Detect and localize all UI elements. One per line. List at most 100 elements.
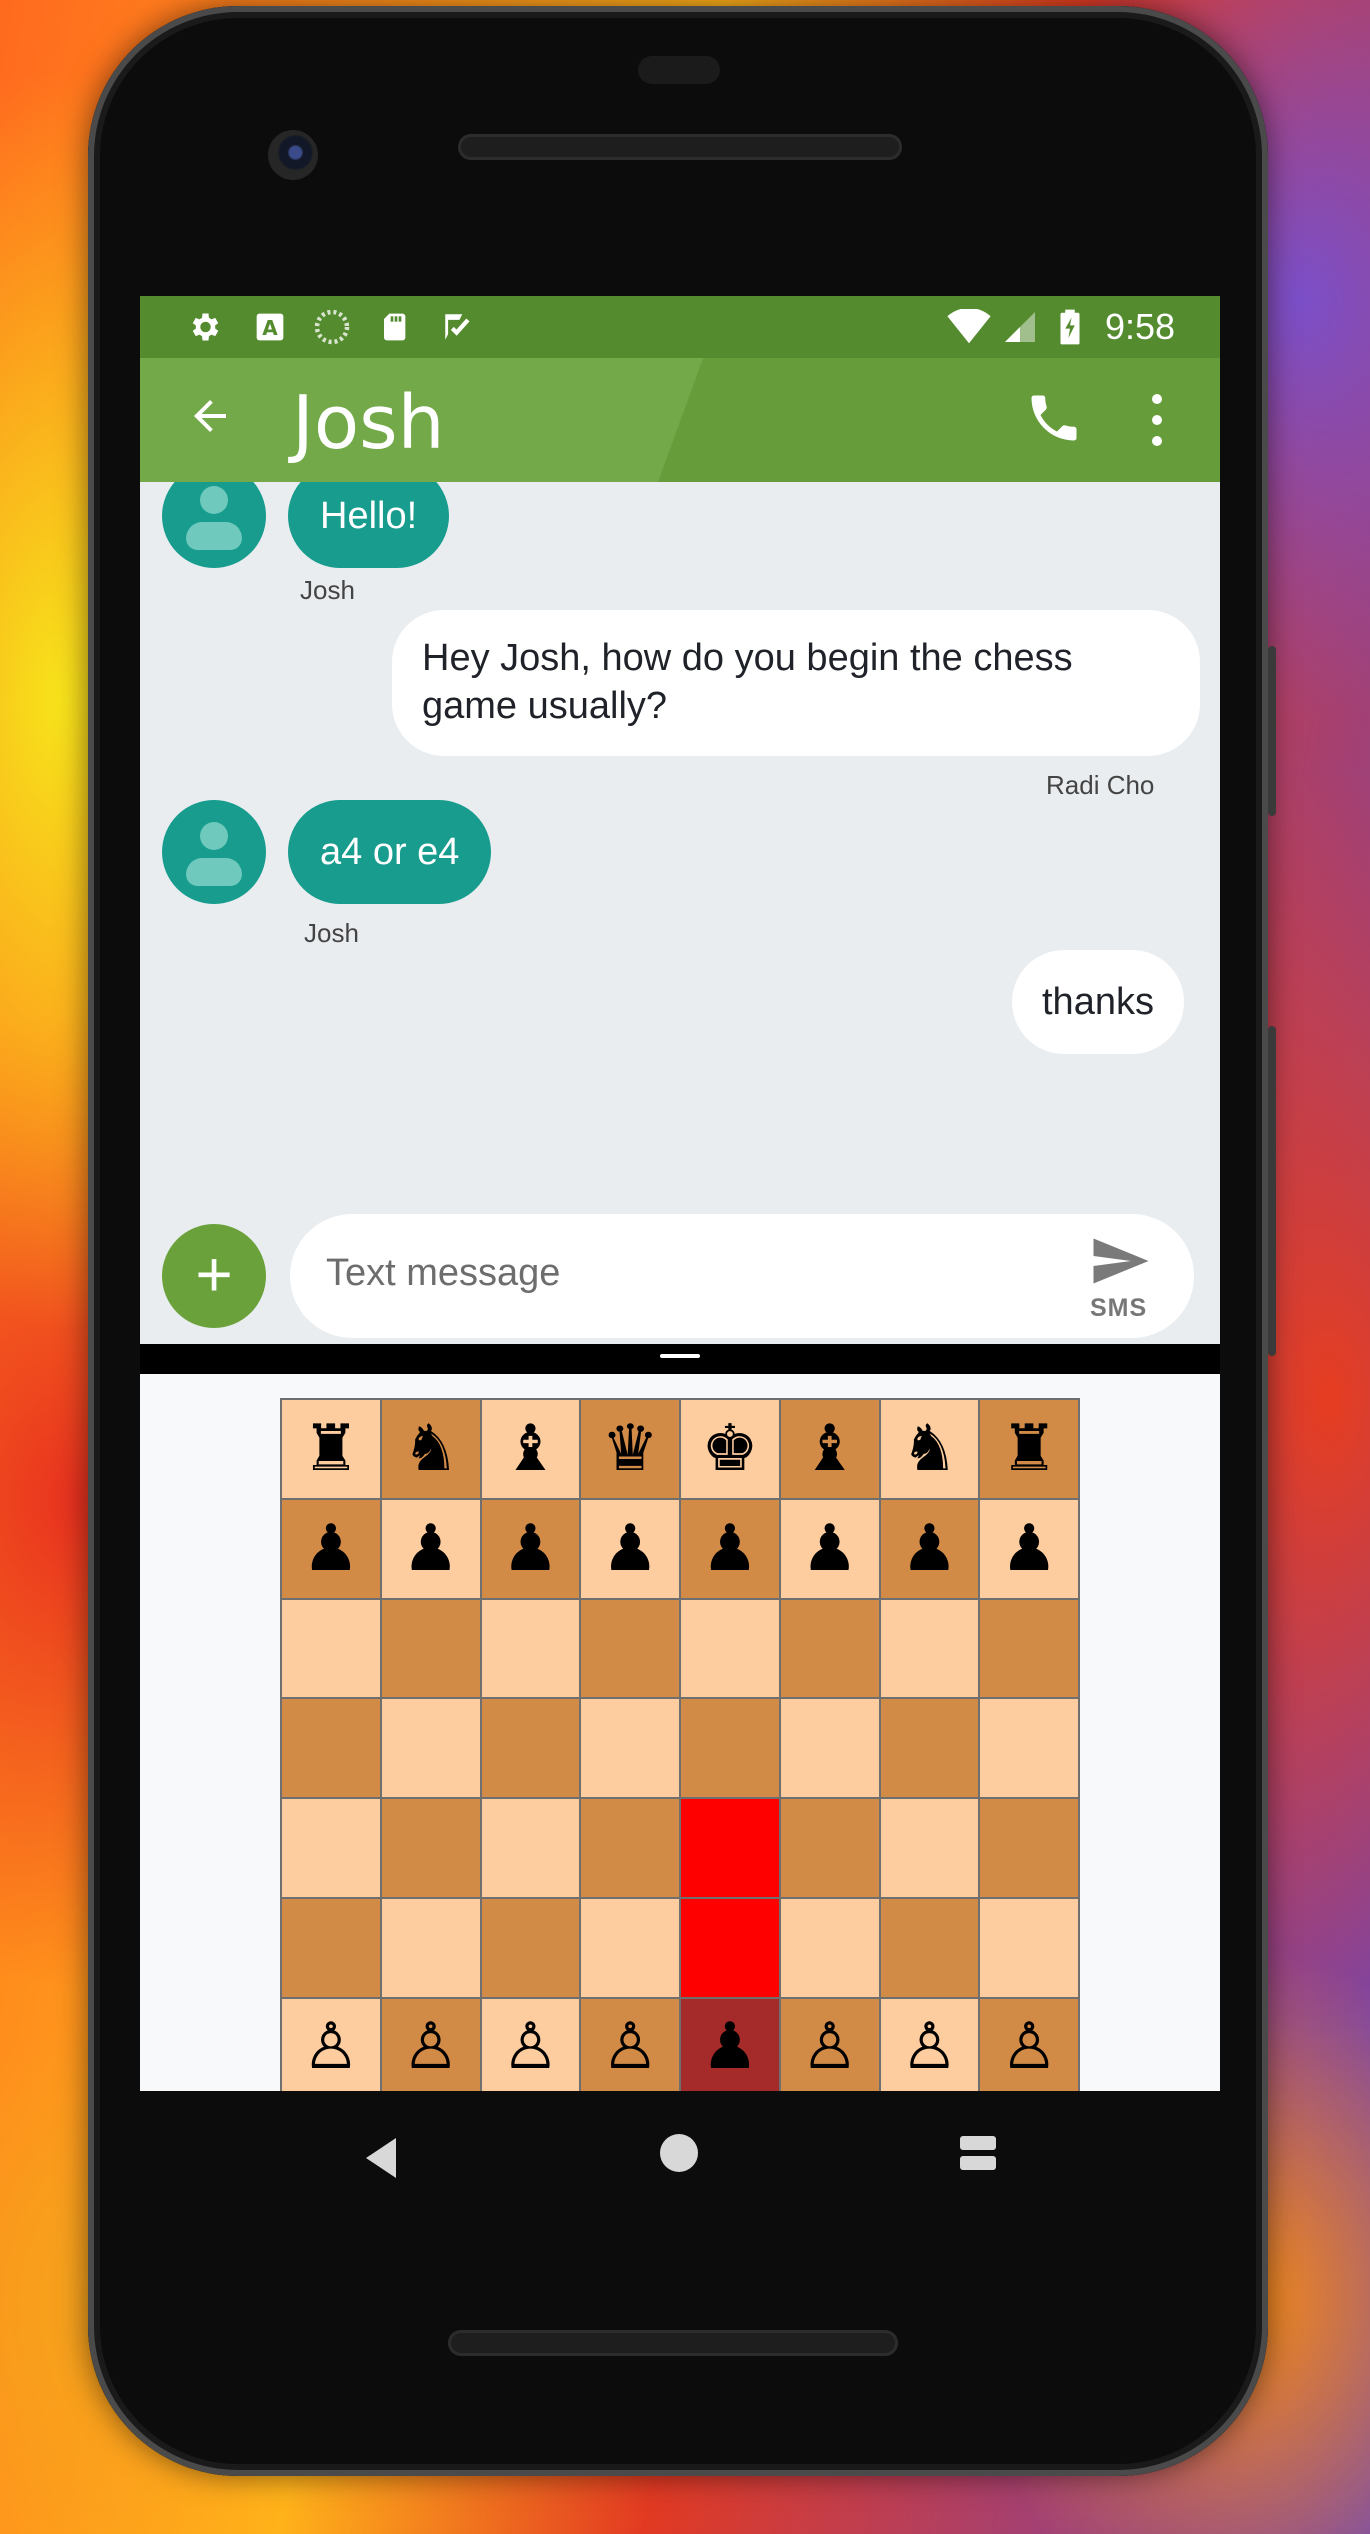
square-d2[interactable]: ♙ xyxy=(581,1998,679,2091)
message-list[interactable]: Hello! Josh Hey Josh, how do you begin t… xyxy=(140,482,1220,1208)
square-g2[interactable]: ♙ xyxy=(880,1998,979,2091)
square-g6[interactable] xyxy=(880,1599,979,1698)
square-e2[interactable]: ♟ xyxy=(681,1998,779,2091)
square-d4[interactable] xyxy=(581,1799,679,1897)
chess-piece[interactable]: ♞ xyxy=(402,1417,459,1481)
square-b2[interactable]: ♙ xyxy=(381,1998,480,2091)
chess-piece[interactable]: ♙ xyxy=(402,2015,459,2079)
square-c6[interactable] xyxy=(481,1599,580,1698)
chess-piece[interactable]: ♝ xyxy=(801,1417,858,1481)
square-h3[interactable] xyxy=(980,1898,1078,1997)
square-f4[interactable] xyxy=(780,1799,879,1897)
chess-piece[interactable]: ♟ xyxy=(801,1517,858,1581)
square-h6[interactable] xyxy=(980,1599,1078,1698)
chess-piece[interactable]: ♙ xyxy=(1000,2015,1057,2079)
square-a3[interactable] xyxy=(282,1898,380,1997)
square-f6[interactable] xyxy=(780,1599,879,1698)
chess-piece[interactable]: ♜ xyxy=(1000,1417,1057,1481)
square-h8[interactable]: ♜ xyxy=(980,1400,1078,1498)
square-g4[interactable] xyxy=(880,1799,979,1897)
square-f7[interactable]: ♟ xyxy=(780,1499,879,1598)
back-arrow-icon[interactable] xyxy=(186,392,234,450)
chess-piece[interactable]: ♟ xyxy=(601,1517,658,1581)
chess-piece[interactable]: ♙ xyxy=(302,2015,359,2079)
incoming-message[interactable]: Hello! xyxy=(288,482,450,568)
square-b5[interactable] xyxy=(381,1699,480,1797)
square-f5[interactable] xyxy=(780,1699,879,1797)
square-a7[interactable]: ♟ xyxy=(282,1499,380,1598)
status-bar: A 9:58 xyxy=(140,296,1220,358)
chess-piece[interactable]: ♟ xyxy=(701,1517,758,1581)
square-d6[interactable] xyxy=(581,1599,679,1698)
square-h5[interactable] xyxy=(980,1699,1078,1797)
square-d8[interactable]: ♛ xyxy=(581,1400,679,1498)
chess-piece[interactable]: ♙ xyxy=(901,2015,958,2079)
square-b7[interactable]: ♟ xyxy=(381,1499,480,1598)
square-c8[interactable]: ♝ xyxy=(481,1400,580,1498)
square-d3[interactable] xyxy=(581,1898,679,1997)
square-e7[interactable]: ♟ xyxy=(681,1499,779,1598)
square-h7[interactable]: ♟ xyxy=(980,1499,1078,1598)
square-b8[interactable]: ♞ xyxy=(381,1400,480,1498)
chess-piece[interactable]: ♜ xyxy=(302,1417,359,1481)
chess-piece[interactable]: ♟ xyxy=(302,1517,359,1581)
message-input[interactable]: Text message SMS xyxy=(290,1214,1194,1338)
square-a4[interactable] xyxy=(282,1799,380,1897)
square-a5[interactable] xyxy=(282,1699,380,1797)
nav-home-icon[interactable] xyxy=(660,2134,698,2172)
square-h4[interactable] xyxy=(980,1799,1078,1897)
chess-piece[interactable]: ♟ xyxy=(402,1517,459,1581)
square-g8[interactable]: ♞ xyxy=(880,1400,979,1498)
add-attachment-button[interactable]: + xyxy=(162,1224,266,1328)
square-g5[interactable] xyxy=(880,1699,979,1797)
chess-piece[interactable]: ♞ xyxy=(901,1417,958,1481)
square-d7[interactable]: ♟ xyxy=(581,1499,679,1598)
square-e3[interactable] xyxy=(681,1898,779,1997)
square-b3[interactable] xyxy=(381,1898,480,1997)
square-c4[interactable] xyxy=(481,1799,580,1897)
chess-piece[interactable]: ♙ xyxy=(601,2015,658,2079)
nav-recents-icon[interactable] xyxy=(960,2136,996,2170)
square-e6[interactable] xyxy=(681,1599,779,1698)
square-e4[interactable] xyxy=(681,1799,779,1897)
phone-call-icon[interactable] xyxy=(1024,388,1084,448)
chess-piece[interactable]: ♝ xyxy=(502,1417,559,1481)
split-screen-divider[interactable] xyxy=(140,1344,1220,1374)
square-a2[interactable]: ♙ xyxy=(282,1998,380,2091)
contact-avatar[interactable] xyxy=(162,482,266,568)
square-h2[interactable]: ♙ xyxy=(980,1998,1078,2091)
outgoing-message[interactable]: thanks xyxy=(1012,950,1184,1054)
outgoing-message[interactable]: Hey Josh, how do you begin the chess gam… xyxy=(392,610,1200,756)
chess-piece[interactable]: ♟ xyxy=(1000,1517,1057,1581)
square-c2[interactable]: ♙ xyxy=(481,1998,580,2091)
square-g3[interactable] xyxy=(880,1898,979,1997)
square-c3[interactable] xyxy=(481,1898,580,1997)
chess-piece[interactable]: ♟ xyxy=(502,1517,559,1581)
square-b6[interactable] xyxy=(381,1599,480,1698)
square-e8[interactable]: ♚ xyxy=(681,1400,779,1498)
contact-avatar[interactable] xyxy=(162,800,266,904)
square-b4[interactable] xyxy=(381,1799,480,1897)
square-d5[interactable] xyxy=(581,1699,679,1797)
square-e5[interactable] xyxy=(681,1699,779,1797)
square-c7[interactable]: ♟ xyxy=(481,1499,580,1598)
chess-piece[interactable]: ♟ xyxy=(701,2015,758,2079)
chess-board[interactable]: ♜♞♝♛♚♝♞♜♟♟♟♟♟♟♟♟♙♙♙♙♟♙♙♙♖♘♗♕♔♗♘♖ xyxy=(280,1398,1080,2091)
square-a8[interactable]: ♜ xyxy=(282,1400,380,1498)
chess-piece[interactable]: ♚ xyxy=(701,1417,758,1481)
chess-piece[interactable]: ♙ xyxy=(801,2015,858,2079)
nav-back-icon[interactable] xyxy=(366,2138,396,2178)
square-f3[interactable] xyxy=(780,1898,879,1997)
chess-piece[interactable]: ♙ xyxy=(502,2015,559,2079)
send-icon[interactable] xyxy=(1090,1236,1152,1286)
chess-piece[interactable]: ♛ xyxy=(601,1417,658,1481)
square-f8[interactable]: ♝ xyxy=(780,1400,879,1498)
chess-piece[interactable]: ♟ xyxy=(901,1517,958,1581)
square-f2[interactable]: ♙ xyxy=(780,1998,879,2091)
incoming-message[interactable]: a4 or e4 xyxy=(288,800,492,904)
square-c5[interactable] xyxy=(481,1699,580,1797)
divider-handle[interactable] xyxy=(660,1354,700,1358)
more-options-icon[interactable] xyxy=(1150,394,1164,446)
square-g7[interactable]: ♟ xyxy=(880,1499,979,1598)
square-a6[interactable] xyxy=(282,1599,380,1698)
